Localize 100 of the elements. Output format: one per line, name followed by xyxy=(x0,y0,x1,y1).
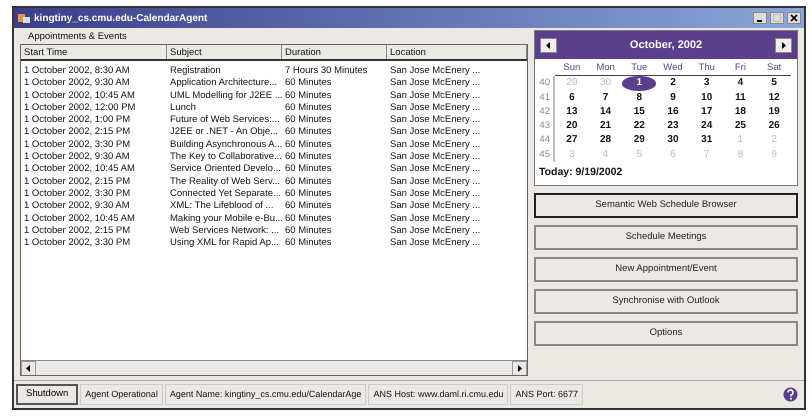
calendar-day[interactable]: 22 xyxy=(622,119,656,134)
action-button[interactable]: Synchronise with Outlook xyxy=(534,288,798,314)
calendar-day[interactable]: 10 xyxy=(690,90,724,105)
action-button[interactable]: Semantic Web Schedule Browser xyxy=(534,192,798,218)
table-cell-text: San Jose McEnery ... xyxy=(389,188,482,200)
table-cell-text: 1 October 2002, 3:30 PM xyxy=(23,237,132,250)
calendar-day[interactable]: 11 xyxy=(724,90,758,105)
previous-month-button[interactable] xyxy=(540,38,557,52)
table-cell-text: 1 October 2002, 2:15 PM xyxy=(23,126,132,139)
table-cell-text: San Jose McEnery ... xyxy=(389,151,482,164)
table-cell-text: 1 October 2002, 3:30 PM xyxy=(23,188,132,200)
calendar-day[interactable]: 20 xyxy=(555,119,589,134)
action-button[interactable]: Options xyxy=(534,320,798,346)
scroll-right-button[interactable] xyxy=(512,361,527,375)
table-cell-text: 60 Minutes xyxy=(284,90,332,102)
week-number: 44 xyxy=(539,133,555,148)
right-arrow-icon xyxy=(781,42,786,48)
table-cell-text: 60 Minutes xyxy=(284,188,332,200)
calendar-day[interactable]: 26 xyxy=(757,119,791,134)
action-button[interactable]: Schedule Meetings xyxy=(534,224,798,250)
calendar-day[interactable]: 30 xyxy=(656,133,690,148)
column-header[interactable]: Location xyxy=(387,45,527,59)
table-cell-text: 1 October 2002, 12:00 PM xyxy=(23,102,136,114)
status-field: ANS Port: 6677 xyxy=(510,384,584,405)
table-cell-text: Service Oriented Develo... xyxy=(169,163,282,176)
table-cell-text: 1 October 2002, 10:45 AM xyxy=(23,163,136,176)
calendar-day[interactable]: 12 xyxy=(757,90,791,105)
calendar-day[interactable]: 25 xyxy=(724,119,758,134)
calendar-day[interactable]: 14 xyxy=(588,104,622,119)
table-cell-text: 1 October 2002, 3:30 PM xyxy=(23,138,132,152)
table-cell-text: San Jose McEnery ... xyxy=(389,65,482,78)
calendar-day[interactable]: 3 xyxy=(690,76,724,90)
calendar-day[interactable]: 15 xyxy=(622,104,656,119)
table-cell-text: 1 October 2002, 9:30 AM xyxy=(23,151,131,164)
table-cell-text: 60 Minutes xyxy=(284,237,332,250)
table-cell-text: 1 October 2002, 10:45 AM xyxy=(23,90,136,102)
table-cell-text: 1 October 2002, 8:30 AM xyxy=(23,65,131,78)
table-cell-text: Web Services Network: ... xyxy=(169,224,280,238)
table-cell-text: 60 Minutes xyxy=(284,77,332,90)
table-cell-text: 1 October 2002, 2:15 PM xyxy=(23,224,132,238)
calendar-day[interactable]: 5 xyxy=(757,76,791,90)
left-arrow-icon xyxy=(26,365,31,372)
table-cell-text: The Key to Collaborative... xyxy=(169,151,282,164)
column-header[interactable]: Start Time xyxy=(21,45,167,59)
table-cell-text: 1 October 2002, 1:00 PM xyxy=(23,114,132,126)
right-arrow-icon xyxy=(517,365,522,372)
close-button[interactable] xyxy=(787,12,801,24)
today-label[interactable]: Today: 9/19/2002 xyxy=(535,162,797,184)
month-title: October, 2002 xyxy=(630,38,702,53)
table-cell-text: 60 Minutes xyxy=(284,212,332,225)
table-cell-text: 7 Hours 30 Minutes xyxy=(284,65,368,78)
table-cell-text: San Jose McEnery ... xyxy=(389,224,482,238)
table-cell-text: San Jose McEnery ... xyxy=(389,114,482,126)
help-icon[interactable] xyxy=(783,387,798,402)
table-cell-text: Future of Web Services:... xyxy=(169,114,281,126)
calendar-day[interactable]: 2 xyxy=(656,76,690,90)
table-cell-text: San Jose McEnery ... xyxy=(389,126,482,139)
weekday-label: Sat xyxy=(757,61,791,76)
shutdown-button[interactable]: Shutdown xyxy=(16,384,78,405)
calendar-day[interactable]: 24 xyxy=(690,119,724,134)
calendar-day[interactable]: 27 xyxy=(555,133,589,148)
weekday-label: Fri xyxy=(724,61,758,76)
selected-day[interactable]: 1 xyxy=(622,76,656,90)
horizontal-scrollbar[interactable] xyxy=(21,360,527,375)
next-month-button[interactable] xyxy=(775,38,792,52)
calendar-day[interactable]: 13 xyxy=(555,104,589,119)
table-cell-text: Building Asynchronous A... xyxy=(169,138,282,152)
table-cell-text: 60 Minutes xyxy=(284,114,332,126)
calendar-day[interactable]: 31 xyxy=(690,133,724,148)
calendar-day[interactable]: 23 xyxy=(656,119,690,134)
calendar-day[interactable]: 17 xyxy=(690,104,724,119)
calendar-day[interactable]: 9 xyxy=(656,90,690,105)
table-cell-text: 1 October 2002, 2:15 PM xyxy=(23,176,132,188)
week-number: 41 xyxy=(539,90,555,105)
calendar-day[interactable]: 4 xyxy=(724,76,758,90)
column-header[interactable]: Subject xyxy=(167,45,282,59)
calendar-day[interactable]: 16 xyxy=(656,104,690,119)
scroll-left-button[interactable] xyxy=(21,361,36,375)
column-header[interactable]: Duration xyxy=(282,45,387,59)
weekday-label: Mon xyxy=(588,61,622,76)
calendar-day[interactable]: 28 xyxy=(588,133,622,148)
weekday-label: Sun xyxy=(555,61,589,76)
calendar-day[interactable]: 6 xyxy=(555,90,589,105)
calendar-day[interactable]: 8 xyxy=(622,90,656,105)
calendar-day[interactable]: 19 xyxy=(757,104,791,119)
calendar-day[interactable]: 29 xyxy=(622,133,656,148)
table-cell-text: 60 Minutes xyxy=(284,224,332,238)
close-icon xyxy=(790,14,798,22)
status-field: Agent Operational xyxy=(80,384,163,405)
calendar-day[interactable]: 7 xyxy=(588,90,622,105)
weekday-label: Wed xyxy=(656,61,690,76)
calendar-day[interactable]: 18 xyxy=(724,104,758,119)
table-cell-text: Connected Yet Separate... xyxy=(169,188,282,200)
action-button[interactable]: New Appointment/Event xyxy=(534,256,798,282)
table-cell-text: 1 October 2002, 9:30 AM xyxy=(23,77,131,90)
table-cell-text: 60 Minutes xyxy=(284,200,332,213)
calendar-day[interactable]: 21 xyxy=(588,119,622,134)
weekday-label: Thu xyxy=(690,61,724,76)
minimize-button[interactable] xyxy=(753,12,767,24)
table-cell-text: 1 October 2002, 10:45 AM xyxy=(23,212,136,225)
